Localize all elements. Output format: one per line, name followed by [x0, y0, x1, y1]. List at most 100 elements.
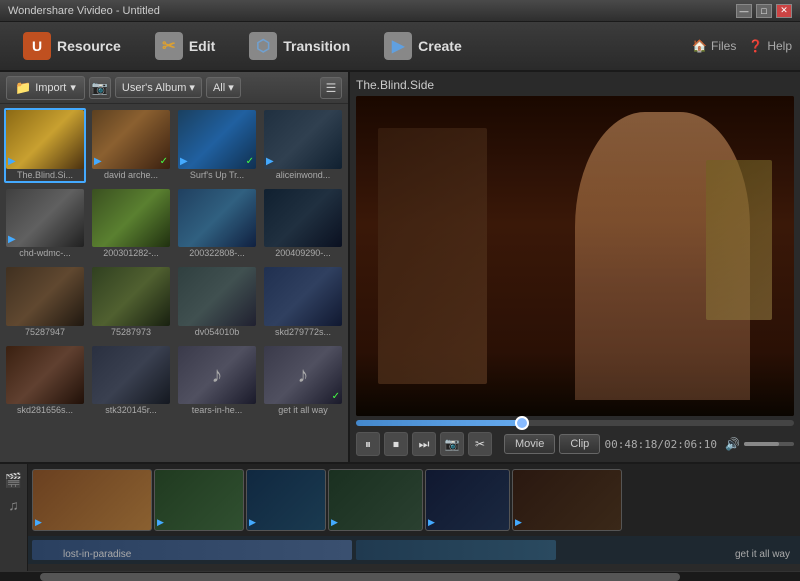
files-button[interactable]: 🏠 Files [692, 39, 736, 53]
pause-button[interactable]: ⏸ [356, 432, 380, 456]
create-label: Create [418, 38, 462, 54]
media-thumbnail [92, 346, 170, 405]
media-thumbnail [6, 346, 84, 405]
media-item[interactable]: skd281656s... [4, 344, 86, 419]
media-thumbnail [92, 189, 170, 248]
timeline-clip[interactable]: ▶ [246, 469, 326, 531]
audio-clip[interactable] [356, 540, 556, 560]
media-label: The.Blind.Si... [6, 169, 84, 181]
toolbar-edit-button[interactable]: ✂ Edit [140, 25, 230, 67]
camera-capture-button[interactable]: 📷 [89, 77, 111, 99]
horizontal-scrollbar[interactable] [0, 571, 800, 581]
sort-button[interactable]: ☰ [320, 77, 342, 99]
timeline-clip[interactable]: ▶ [512, 469, 622, 531]
scrubber-handle[interactable] [515, 416, 529, 430]
album-selector[interactable]: User's Album ▾ [115, 77, 202, 98]
toolbar-right: 🏠 Files ❓ Help [692, 39, 792, 53]
audio-track: lost-in-paradise get it all way [28, 536, 800, 564]
movie-mode-button[interactable]: Movie [504, 434, 555, 454]
next-icon: ⏭ [419, 437, 430, 452]
camera-icon: 📷 [92, 80, 108, 96]
toolbar: U Resource ✂ Edit ⬡ Transition ▶ Create … [0, 22, 800, 72]
snapshot-button[interactable]: 📷 [440, 432, 464, 456]
timeline-clip[interactable]: ▶ [328, 469, 423, 531]
check-icon: ✓ [160, 156, 168, 167]
audio-label-right: get it all way [735, 549, 790, 560]
timeline-content[interactable]: ▶ ▶ ▶ ▶ ▶ ▶ [28, 464, 800, 571]
window-title: Wondershare Vivideo - Untitled [8, 5, 160, 17]
media-item[interactable]: ♪ tears-in-he... [176, 344, 258, 419]
media-item[interactable]: ♪ ✓ get it all way [262, 344, 344, 419]
timeline-clip[interactable]: ▶ [425, 469, 510, 531]
clip-play-icon: ▶ [249, 517, 256, 528]
media-thumbnail [178, 267, 256, 326]
edit-icon: ✂ [155, 32, 183, 60]
media-item[interactable]: ▶ ✓ david arche... [90, 108, 172, 183]
media-item[interactable]: ▶ The.Blind.Si... [4, 108, 86, 183]
media-thumbnail: ♪ ✓ [264, 346, 342, 405]
clip-play-icon: ▶ [157, 517, 164, 528]
toolbar-resource-button[interactable]: U Resource [8, 25, 136, 67]
timeline-track-icons: 🎬 ♫ [0, 464, 28, 571]
scrubber-track[interactable] [356, 420, 794, 426]
media-item[interactable]: 200322808-... [176, 187, 258, 262]
media-item[interactable]: dv054010b [176, 265, 258, 340]
pause-icon: ⏸ [365, 437, 371, 452]
media-item[interactable]: 75287947 [4, 265, 86, 340]
media-item[interactable]: 200301282-... [90, 187, 172, 262]
media-item[interactable]: ▶ ✓ Surf's Up Tr... [176, 108, 258, 183]
music-note-icon: ♪ [298, 362, 309, 388]
media-item[interactable]: 200409290-... [262, 187, 344, 262]
import-button[interactable]: 📁 Import ▾ [6, 76, 85, 100]
stop-button[interactable]: ⏹ [384, 432, 408, 456]
sort-icon: ☰ [326, 81, 337, 95]
media-thumbnail [92, 267, 170, 326]
media-item[interactable]: ▶ chd-wdmc-... [4, 187, 86, 262]
minimize-button[interactable]: — [736, 4, 752, 18]
next-frame-button[interactable]: ⏭ [412, 432, 436, 456]
media-item[interactable]: stk320145r... [90, 344, 172, 419]
media-thumbnail [6, 267, 84, 326]
clip-mode-button[interactable]: Clip [559, 434, 600, 454]
timeline-clip[interactable]: ▶ [154, 469, 244, 531]
media-label: 200301282-... [92, 247, 170, 259]
help-button[interactable]: ❓ Help [748, 39, 792, 53]
left-panel: 📁 Import ▾ 📷 User's Album ▾ All ▾ ☰ ▶ [0, 72, 350, 462]
video-icon: ▶ [180, 156, 188, 167]
video-track: ▶ ▶ ▶ ▶ ▶ ▶ [28, 464, 800, 536]
window-controls[interactable]: — □ ✕ [736, 4, 792, 18]
media-label: 200322808-... [178, 247, 256, 259]
close-button[interactable]: ✕ [776, 4, 792, 18]
camera-icon: 📷 [445, 437, 460, 451]
timeline: 🎬 ♫ ▶ ▶ ▶ ▶ ▶ ▶ [0, 462, 800, 581]
media-thumbnail: ▶ ✓ [178, 110, 256, 169]
check-icon: ✓ [246, 156, 254, 167]
video-icon: ▶ [94, 156, 102, 167]
video-icon: ▶ [8, 156, 16, 167]
volume-slider[interactable] [744, 442, 794, 446]
audio-clip[interactable] [32, 540, 352, 560]
media-grid: ▶ The.Blind.Si... ▶ ✓ david arche... ▶ ✓… [0, 104, 348, 462]
scrollbar-thumb[interactable] [40, 573, 680, 581]
check-icon: ✓ [332, 391, 340, 402]
filter-selector[interactable]: All ▾ [206, 77, 241, 98]
toolbar-transition-button[interactable]: ⬡ Transition [234, 25, 365, 67]
timeline-clip[interactable]: ▶ [32, 469, 152, 531]
media-thumbnail: ▶ ✓ [92, 110, 170, 169]
media-item[interactable]: ▶ aliceinwond... [262, 108, 344, 183]
toolbar-create-button[interactable]: ▶ Create [369, 25, 477, 67]
movie-clip-toggle: Movie Clip [504, 434, 600, 454]
video-scrubber[interactable] [356, 420, 794, 426]
media-thumbnail: ▶ [6, 189, 84, 248]
clip-button[interactable]: ✂ [468, 432, 492, 456]
media-item[interactable]: skd279772s... [262, 265, 344, 340]
maximize-button[interactable]: □ [756, 4, 772, 18]
edit-label: Edit [189, 38, 215, 54]
create-icon: ▶ [384, 32, 412, 60]
left-toolbar: 📁 Import ▾ 📷 User's Album ▾ All ▾ ☰ [0, 72, 348, 104]
media-label: skd279772s... [264, 326, 342, 338]
media-item[interactable]: 75287973 [90, 265, 172, 340]
clip-play-icon: ▶ [515, 517, 522, 528]
video-title: The.Blind.Side [356, 78, 794, 92]
video-preview[interactable] [356, 96, 794, 416]
